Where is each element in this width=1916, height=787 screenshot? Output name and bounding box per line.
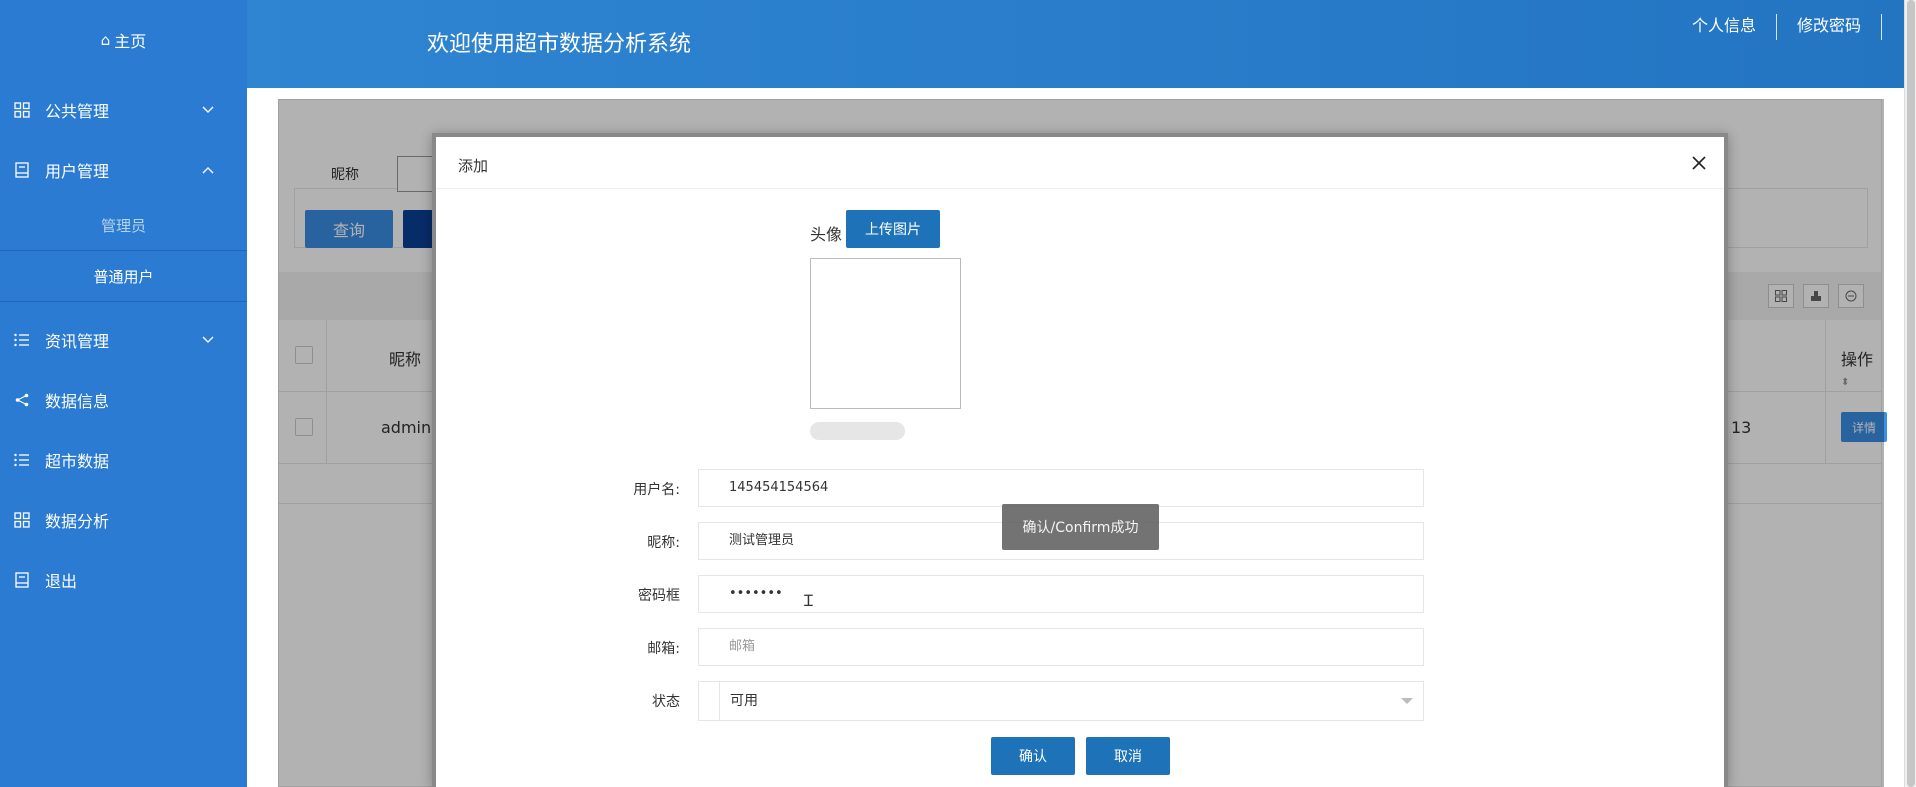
- menu-logout[interactable]: 退出: [0, 550, 247, 610]
- cancel-button[interactable]: 取消: [1086, 737, 1170, 775]
- header-links: 个人信息 修改密码: [1692, 14, 1882, 40]
- menu-label: 资讯管理: [45, 332, 110, 351]
- status-row: 状态 可用: [616, 681, 1424, 721]
- top-header: 欢迎使用超市数据分析系统 个人信息 修改密码: [247, 0, 1904, 88]
- menu-supermarket-data[interactable]: 超市数据: [0, 430, 247, 490]
- page-title: 欢迎使用超市数据分析系统: [427, 32, 692, 57]
- menu-label: 退出: [45, 572, 78, 591]
- list-icon: [13, 453, 31, 467]
- menu-label: 超市数据: [45, 452, 110, 471]
- confirm-button[interactable]: 确认: [991, 737, 1075, 775]
- home-icon: ⌂: [100, 31, 111, 49]
- grid-icon: [13, 102, 31, 118]
- avatar-preview: [810, 258, 961, 409]
- email-row: 邮箱: 邮箱: [616, 628, 1424, 666]
- add-user-dialog: 添加 头像 上传图片 用户名: 145454154564 昵称: 测试管理员 密…: [432, 133, 1728, 787]
- dialog-header: 添加: [436, 137, 1724, 189]
- username-row: 用户名: 145454154564: [616, 469, 1424, 507]
- status-select[interactable]: 可用: [698, 681, 1424, 721]
- dialog-title: 添加: [458, 157, 489, 175]
- list-icon: [13, 333, 31, 347]
- menu-label: 用户管理: [45, 162, 110, 181]
- nickname-label: 昵称:: [647, 535, 680, 551]
- grid-icon: [13, 512, 31, 528]
- menu-user-management[interactable]: 用户管理: [0, 140, 247, 200]
- password-row: 密码框 •••••••: [616, 575, 1424, 613]
- upload-image-button[interactable]: 上传图片: [846, 210, 940, 248]
- change-password-link[interactable]: 修改密码: [1777, 14, 1882, 40]
- email-input[interactable]: 邮箱: [698, 628, 1424, 666]
- username-input[interactable]: 145454154564: [698, 469, 1424, 507]
- menu-public-management[interactable]: 公共管理: [0, 80, 247, 140]
- sidebar: ⌂ 主页 公共管理 用户管理 管理员 普通用户 资讯管理 数据信息 超市数据 数…: [0, 0, 247, 787]
- text-cursor-icon: Ɪ: [804, 591, 813, 610]
- profile-link[interactable]: 个人信息: [1692, 14, 1777, 40]
- share-icon: [13, 393, 31, 407]
- home-label: 主页: [114, 32, 147, 51]
- menu-label: 数据分析: [45, 512, 110, 531]
- upload-progress-bar: [810, 422, 905, 440]
- submenu-admin[interactable]: 管理员: [0, 200, 247, 251]
- book-icon: [13, 572, 31, 588]
- page-scrollbar[interactable]: [1904, 0, 1916, 787]
- avatar-label: 头像: [810, 225, 843, 244]
- username-label: 用户名:: [633, 482, 680, 498]
- menu-news-management[interactable]: 资讯管理: [0, 310, 247, 370]
- menu-data-info[interactable]: 数据信息: [0, 370, 247, 430]
- status-select-value: 可用: [719, 682, 1423, 720]
- scrollbar-thumb[interactable]: [1907, 0, 1915, 787]
- submenu-normal-user[interactable]: 普通用户: [0, 251, 247, 302]
- password-label: 密码框: [638, 588, 680, 604]
- menu-label: 公共管理: [45, 102, 110, 121]
- home-link[interactable]: ⌂ 主页: [0, 0, 247, 80]
- dropdown-caret-icon: [1401, 698, 1413, 704]
- chevron-down-icon: [202, 103, 214, 117]
- email-label: 邮箱:: [647, 641, 680, 657]
- menu-data-analysis[interactable]: 数据分析: [0, 490, 247, 550]
- chevron-up-icon: [202, 163, 214, 177]
- book-icon: [13, 162, 31, 178]
- toast-message: 确认/Confirm成功: [1002, 504, 1159, 550]
- close-icon[interactable]: [1692, 151, 1706, 175]
- chevron-down-icon: [202, 333, 214, 347]
- menu-label: 数据信息: [45, 392, 110, 411]
- status-label: 状态: [652, 694, 680, 710]
